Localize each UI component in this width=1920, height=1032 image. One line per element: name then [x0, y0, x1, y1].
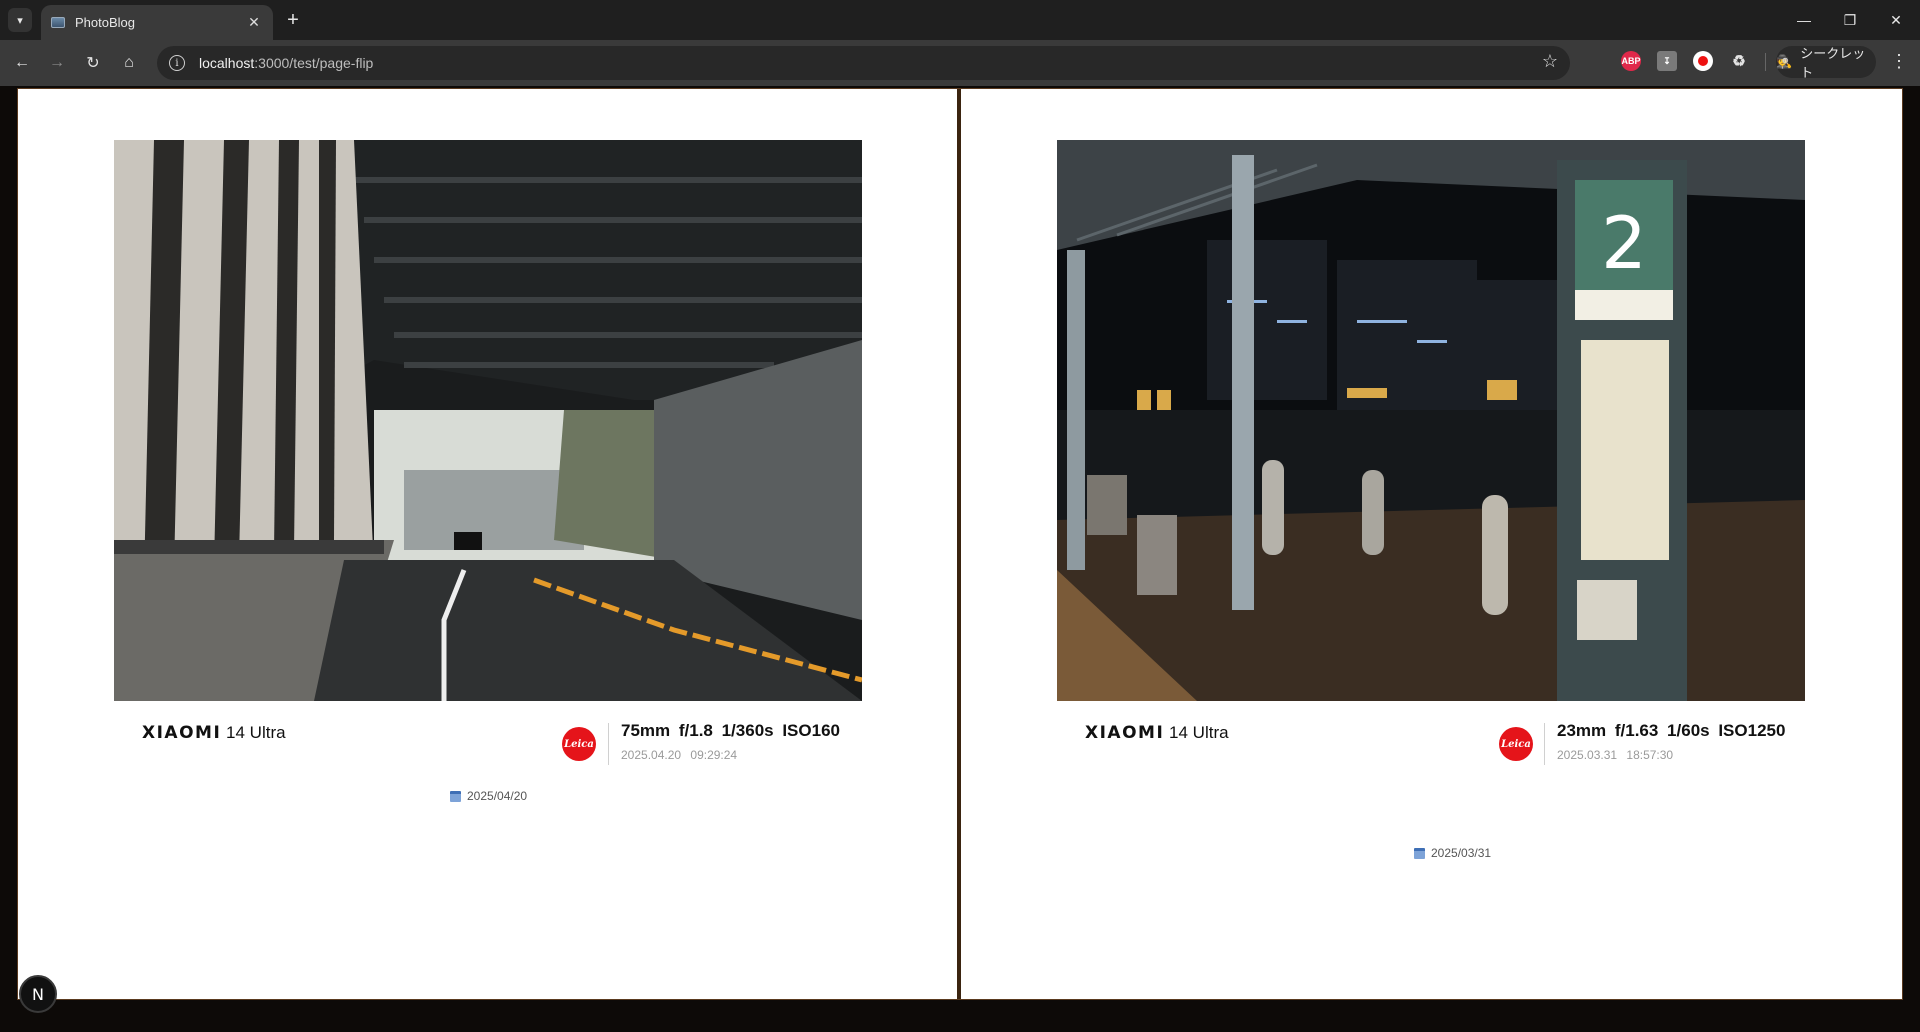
exif-divider	[608, 723, 609, 765]
book-page-left[interactable]: XIAOMI 14 Ultra Leica 75mm f/1.8 1/360s …	[18, 89, 957, 999]
svg-text:2: 2	[1601, 201, 1647, 285]
record-extension-icon[interactable]	[1693, 51, 1713, 71]
photo-favicon-icon	[51, 17, 65, 28]
tab-photoblog[interactable]: PhotoBlog ✕	[41, 5, 273, 40]
forward-arrow-icon[interactable]: →	[45, 51, 69, 75]
exif-info-bar: XIAOMI 14 Ultra Leica 75mm f/1.8 1/360s …	[114, 701, 862, 773]
book-page-right[interactable]: 2 XIAOMI 14 Ultra Leica 23mm f/1.63 1/60…	[961, 89, 1902, 999]
reload-icon[interactable]: ↻	[81, 51, 105, 75]
browser-menu-icon[interactable]: ⋮	[1890, 51, 1908, 72]
post-date-text: 2025/04/20	[467, 789, 528, 803]
exif-params: 23mm f/1.63 1/60s ISO1250	[1557, 721, 1786, 740]
page-viewport: XIAOMI 14 Ultra Leica 75mm f/1.8 1/360s …	[0, 86, 1920, 1032]
url-host: localhost	[199, 55, 255, 71]
bookmark-star-icon[interactable]: ☆	[1542, 51, 1558, 72]
tab-bar: ▾ PhotoBlog ✕ + — ❐ ✕	[0, 0, 1920, 40]
tab-close-icon[interactable]: ✕	[245, 14, 263, 31]
exif-divider	[1544, 723, 1545, 765]
site-info-icon[interactable]: i	[169, 55, 185, 71]
exif-params: 75mm f/1.8 1/360s ISO160	[621, 721, 840, 740]
new-tab-plus-icon[interactable]: +	[281, 8, 305, 32]
leica-logo-icon: Leica	[1499, 727, 1533, 761]
exif-timestamp: 2025.03.31 18:57:30	[1557, 748, 1674, 762]
exif-timestamp: 2025.04.20 09:29:24	[621, 748, 738, 762]
incognito-icon: 🕵	[1776, 54, 1793, 69]
flip-book[interactable]: XIAOMI 14 Ultra Leica 75mm f/1.8 1/360s …	[17, 88, 1903, 1000]
extensions-puzzle-icon[interactable]: ♻	[1729, 51, 1749, 71]
photo-tunnel-road	[114, 140, 862, 701]
restore-icon[interactable]: ❐	[1828, 0, 1872, 40]
toolbar-divider	[1765, 53, 1766, 71]
camera-brand: XIAOMI 14 Ultra	[1085, 723, 1229, 743]
calendar-icon	[450, 790, 461, 802]
leica-logo-icon: Leica	[562, 727, 596, 761]
home-icon[interactable]: ⌂	[117, 51, 141, 75]
post-date-text: 2025/03/31	[1431, 846, 1492, 860]
incognito-label: シークレット	[1800, 46, 1866, 80]
camera-brand: XIAOMI 14 Ultra	[142, 723, 286, 743]
camera-model: 14 Ultra	[226, 723, 286, 742]
adblock-extension-icon[interactable]: ABP	[1621, 51, 1641, 71]
post-date: 2025/03/31	[1414, 846, 1491, 860]
back-arrow-icon[interactable]: ←	[10, 51, 34, 75]
download-extension-icon[interactable]: ↧	[1657, 51, 1677, 71]
post-date: 2025/04/20	[450, 789, 527, 803]
incognito-profile-button[interactable]: 🕵 シークレット	[1776, 46, 1876, 80]
url-path: :3000/test/page-flip	[254, 55, 374, 71]
window-close-icon[interactable]: ✕	[1874, 0, 1918, 40]
tab-search-chevron-icon[interactable]: ▾	[8, 8, 32, 32]
tab-title: PhotoBlog	[75, 15, 135, 30]
exif-info-bar: XIAOMI 14 Ultra Leica 23mm f/1.63 1/60s …	[1057, 701, 1805, 773]
calendar-icon	[1414, 847, 1425, 859]
camera-model: 14 Ultra	[1169, 723, 1229, 742]
minimize-icon[interactable]: —	[1782, 0, 1826, 40]
photo-bus-stop-night: 2	[1057, 140, 1805, 701]
nextjs-dev-badge[interactable]: N	[19, 975, 57, 1013]
xiaomi-logo: XIAOMI	[142, 723, 222, 743]
xiaomi-logo: XIAOMI	[1085, 723, 1165, 743]
address-bar[interactable]: i localhost:3000/test/page-flip ☆	[157, 46, 1570, 80]
